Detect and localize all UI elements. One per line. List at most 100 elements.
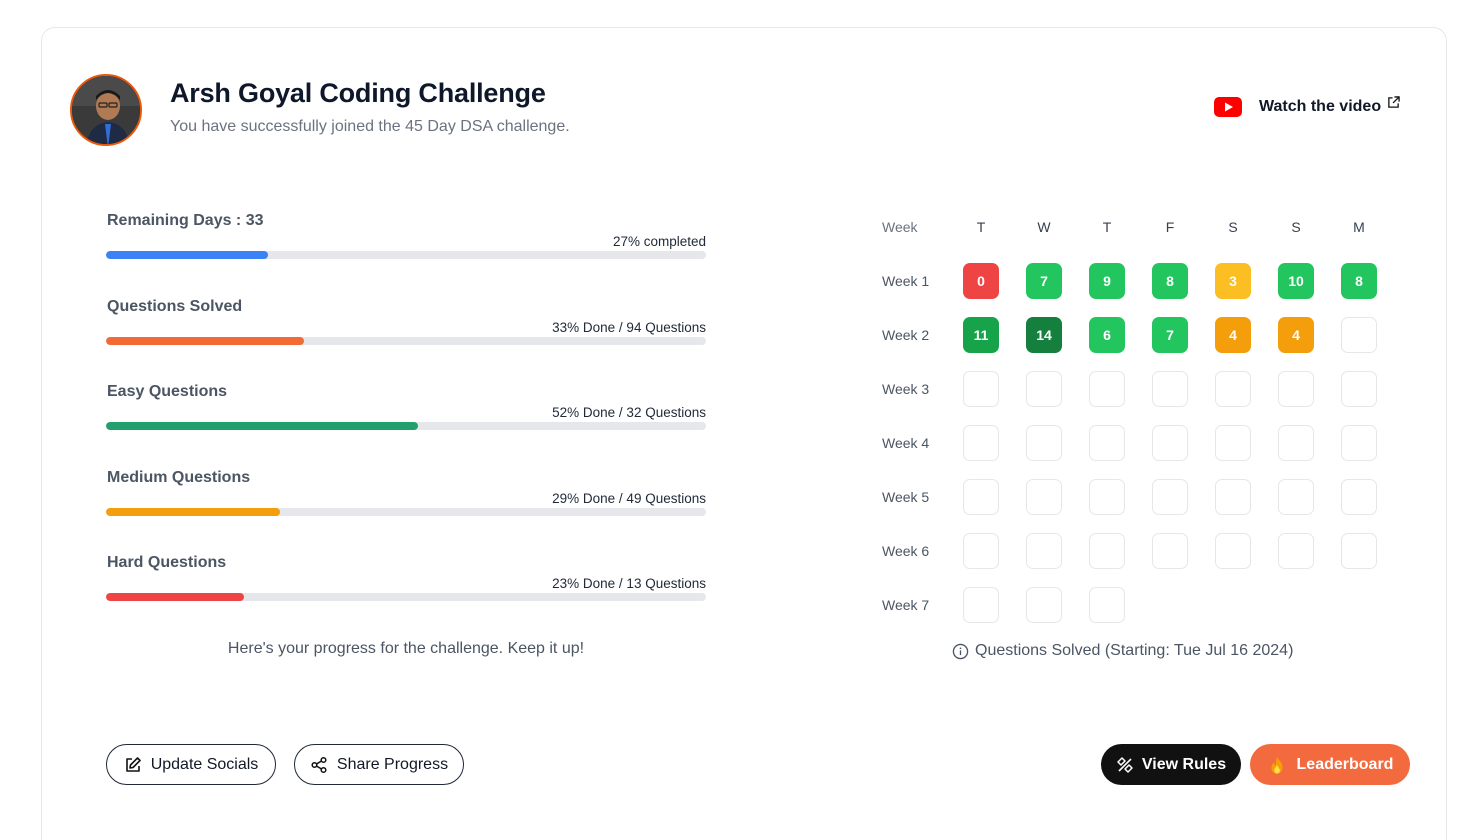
external-link-icon — [1388, 95, 1400, 108]
calendar-day-cell — [1215, 533, 1251, 569]
calendar-day-cell — [1278, 371, 1314, 407]
calendar-day-cell: 9 — [1089, 263, 1125, 299]
progress-metric: Hard Questions 23% Done / 13 Questions — [106, 554, 706, 614]
view-rules-label: View Rules — [1141, 755, 1227, 773]
day-header: S — [1228, 219, 1238, 235]
calendar-day-cell: 4 — [1278, 317, 1314, 353]
progress-track — [106, 422, 706, 430]
day-header: W — [1037, 219, 1051, 235]
calendar-note: Questions Solved (Starting: Tue Jul 16 2… — [952, 642, 1293, 660]
calendar-day-cell — [1026, 479, 1062, 515]
progress-fill — [106, 422, 418, 430]
progress-fill — [106, 251, 268, 259]
week-label: Week 1 — [882, 273, 930, 289]
progress-track — [106, 508, 706, 516]
calendar-day-cell: 14 — [1026, 317, 1062, 353]
calendar-day-cell — [1089, 533, 1125, 569]
calendar-day-cell — [963, 479, 999, 515]
day-header: M — [1353, 219, 1365, 235]
calendar-day-cell — [1341, 479, 1377, 515]
metric-status: 29% Done / 49 Questions — [552, 491, 706, 506]
progress-metric: Easy Questions 52% Done / 32 Questions — [106, 383, 706, 443]
calendar-day-cell — [1026, 371, 1062, 407]
calendar-day-cell: 6 — [1089, 317, 1125, 353]
metric-label: Hard Questions — [107, 554, 227, 571]
fire-icon — [1270, 755, 1283, 774]
day-header: F — [1165, 219, 1175, 235]
calendar-day-cell: 7 — [1026, 263, 1062, 299]
calendar-day-cell — [1278, 425, 1314, 461]
progress-note: Here's your progress for the challenge. … — [227, 640, 585, 657]
calendar-day-cell — [1026, 533, 1062, 569]
view-rules-button[interactable]: View Rules — [1101, 744, 1241, 785]
calendar-day-cell: 8 — [1152, 263, 1188, 299]
calendar-day-cell — [963, 587, 999, 623]
metric-status: 52% Done / 32 Questions — [552, 405, 706, 420]
calendar-day-cell — [1215, 479, 1251, 515]
calendar-day-cell: 8 — [1341, 263, 1377, 299]
calendar-day-cell: 3 — [1215, 263, 1251, 299]
metric-label: Medium Questions — [107, 469, 251, 486]
watch-video-label: Watch the video — [1259, 98, 1382, 115]
week-label: Week 5 — [882, 489, 930, 505]
day-header: T — [1102, 219, 1112, 235]
share-progress-label: Share Progress — [336, 755, 449, 773]
week-label: Week 6 — [882, 543, 930, 559]
calendar-day-cell — [1341, 317, 1377, 353]
calendar-day-cell — [963, 425, 999, 461]
leaderboard-label: Leaderboard — [1296, 755, 1394, 773]
calendar-day-cell — [1026, 587, 1062, 623]
calendar-day-cell: 10 — [1278, 263, 1314, 299]
edit-icon — [125, 756, 141, 772]
calendar-day-cell — [1089, 479, 1125, 515]
youtube-icon — [1214, 97, 1242, 117]
calendar-day-cell — [1341, 533, 1377, 569]
metric-status: 27% completed — [612, 234, 706, 249]
calendar-note-text: Questions Solved (Starting: Tue Jul 16 2… — [975, 642, 1294, 659]
calendar-day-cell: 11 — [963, 317, 999, 353]
calendar-day-cell — [1089, 425, 1125, 461]
calendar-day-cell — [1152, 371, 1188, 407]
calendar-day-cell: 4 — [1215, 317, 1251, 353]
update-socials-button[interactable]: Update Socials — [106, 744, 276, 785]
week-label: Week 3 — [882, 381, 930, 397]
calendar-day-cell — [1341, 425, 1377, 461]
calendar-day-cell — [1278, 533, 1314, 569]
info-icon — [952, 643, 969, 659]
calendar-day-cell: 7 — [1152, 317, 1188, 353]
watch-video-link[interactable]: Watch the video — [1214, 95, 1400, 117]
week-label: Week 2 — [882, 327, 930, 343]
progress-fill — [106, 593, 244, 601]
metric-label: Easy Questions — [107, 383, 228, 400]
share-icon — [311, 756, 327, 773]
metric-status: 23% Done / 13 Questions — [552, 576, 706, 591]
page-title: Arsh Goyal Coding Challenge — [170, 78, 546, 108]
calendar-day-cell — [1152, 425, 1188, 461]
share-progress-button[interactable]: Share Progress — [294, 744, 464, 785]
leaderboard-button[interactable]: Leaderboard — [1250, 744, 1410, 785]
progress-track — [106, 593, 706, 601]
week-label: Week 7 — [882, 597, 930, 613]
update-socials-label: Update Socials — [150, 755, 259, 773]
calendar-day-cell — [1278, 479, 1314, 515]
week-label: Week 4 — [882, 435, 930, 451]
calendar-day-cell — [1215, 425, 1251, 461]
calendar-day-cell — [1089, 371, 1125, 407]
progress-metric: Questions Solved 33% Done / 94 Questions — [106, 298, 706, 358]
metric-label: Questions Solved — [107, 298, 243, 315]
progress-track — [106, 251, 706, 259]
progress-metric: Medium Questions 29% Done / 49 Questions — [106, 469, 706, 529]
progress-metric: Remaining Days : 33 27% completed — [106, 212, 706, 272]
day-header: S — [1291, 219, 1301, 235]
calendar-day-cell — [963, 533, 999, 569]
calendar-week-header: Week — [882, 219, 918, 235]
page-subtitle: You have successfully joined the 45 Day … — [170, 118, 570, 135]
calendar-day-cell: 0 — [963, 263, 999, 299]
avatar — [70, 74, 142, 146]
progress-track — [106, 337, 706, 345]
calendar-day-cell — [1341, 371, 1377, 407]
calendar-day-cell — [1026, 425, 1062, 461]
progress-fill — [106, 508, 280, 516]
calendar-day-cell — [1152, 533, 1188, 569]
calendar-day-cell — [1089, 587, 1125, 623]
